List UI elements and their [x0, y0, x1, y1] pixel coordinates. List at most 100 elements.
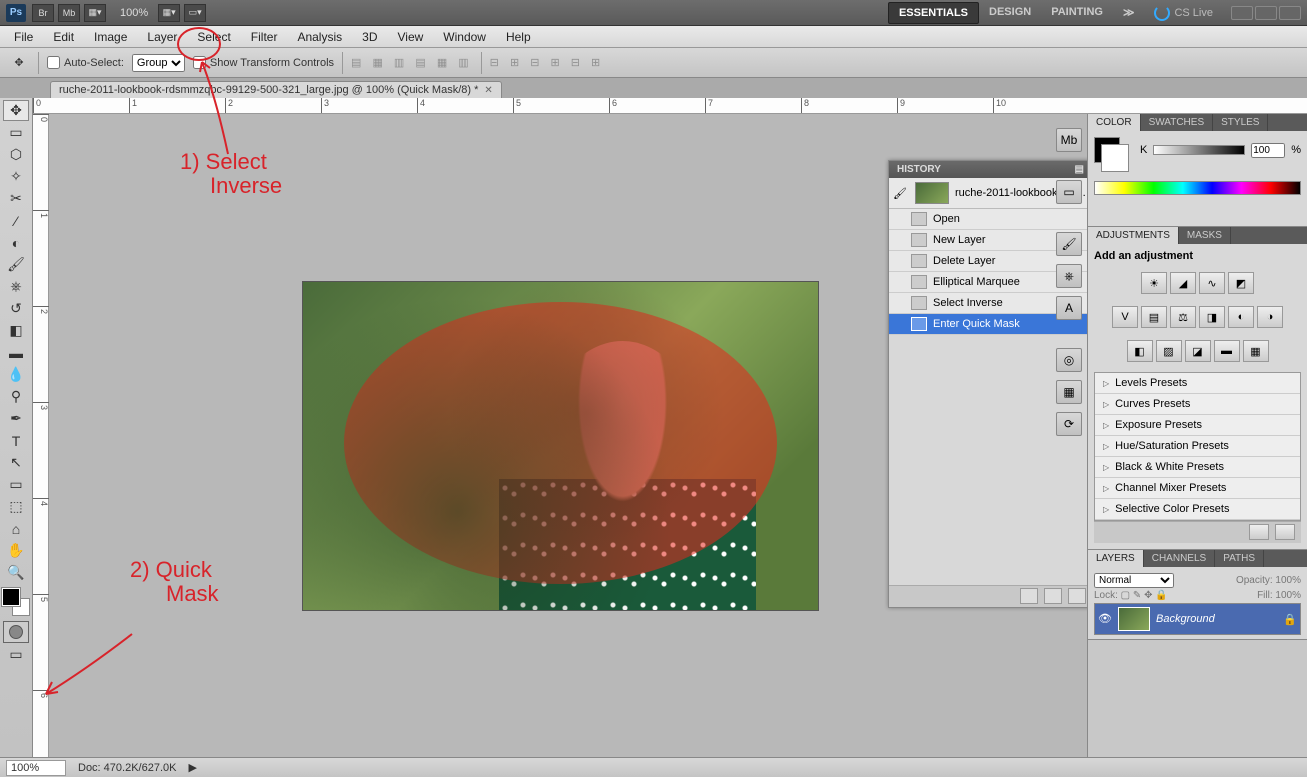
adj-footer-btn[interactable]	[1249, 524, 1269, 540]
brush-dock-icon[interactable]: 🖌	[1056, 232, 1082, 256]
preset-item[interactable]: Black & White Presets	[1095, 457, 1300, 478]
preset-item[interactable]: Selective Color Presets	[1095, 499, 1300, 520]
adj-footer-btn[interactable]	[1275, 524, 1295, 540]
menu-analysis[interactable]: Analysis	[287, 27, 352, 47]
gradient-tool[interactable]: ▬	[3, 342, 29, 363]
bridge-button[interactable]: Br	[32, 4, 54, 22]
canvas-area[interactable]: HISTORY▤ 🖌 ruche-2011-lookbook-rds... Op…	[49, 114, 1307, 757]
show-transform-checkbox[interactable]: Show Transform Controls	[193, 56, 334, 69]
gradient-map-icon[interactable]: ▬	[1214, 340, 1240, 362]
screen-mode-toggle[interactable]: ▭	[3, 644, 29, 665]
marquee-tool[interactable]: ▭	[3, 122, 29, 143]
tab-paths[interactable]: PATHS	[1215, 550, 1264, 567]
3d-camera-tool[interactable]: ⌂	[3, 518, 29, 539]
vibrance-icon[interactable]: V	[1112, 306, 1138, 328]
distribute-buttons[interactable]: ⊟ ⊞ ⊟ ⊞ ⊟ ⊞	[490, 56, 605, 69]
levels-icon[interactable]: ◢	[1170, 272, 1196, 294]
workspace-essentials[interactable]: ESSENTIALS	[888, 2, 979, 24]
zoom-tool[interactable]: 🔍	[3, 562, 29, 583]
menu-select[interactable]: Select	[187, 27, 240, 47]
foreground-color-swatch[interactable]	[2, 588, 20, 606]
preset-item[interactable]: Curves Presets	[1095, 394, 1300, 415]
photo-filter-icon[interactable]: ◐	[1228, 306, 1254, 328]
k-slider[interactable]	[1153, 145, 1245, 155]
navigator-dock-icon[interactable]: ◎	[1056, 348, 1082, 372]
menu-filter[interactable]: Filter	[241, 27, 288, 47]
path-select-tool[interactable]: ↖	[3, 452, 29, 473]
tab-channels[interactable]: CHANNELS	[1144, 550, 1215, 567]
blur-tool[interactable]: 💧	[3, 364, 29, 385]
clone-stamp-tool[interactable]: ⎈	[3, 276, 29, 297]
preset-item[interactable]: Hue/Saturation Presets	[1095, 436, 1300, 457]
k-value-input[interactable]	[1251, 143, 1285, 158]
maximize-button[interactable]	[1255, 6, 1277, 20]
exposure-icon[interactable]: ◩	[1228, 272, 1254, 294]
align-buttons[interactable]: ▤ ▦ ▥ ▤ ▦ ▥	[351, 56, 473, 69]
clone-source-dock-icon[interactable]: ⎈	[1056, 264, 1082, 288]
zoom-level[interactable]: 100%	[120, 7, 148, 19]
tab-masks[interactable]: MASKS	[1179, 227, 1231, 244]
move-tool[interactable]: ✥	[3, 100, 29, 121]
preset-item[interactable]: Channel Mixer Presets	[1095, 478, 1300, 499]
menu-edit[interactable]: Edit	[43, 27, 84, 47]
healing-brush-tool[interactable]: ◐	[3, 232, 29, 253]
document-tab[interactable]: ruche-2011-lookbook-rdsmmzqbc-99129-500-…	[50, 81, 502, 98]
workspace-painting[interactable]: PAINTING	[1041, 2, 1113, 24]
menu-help[interactable]: Help	[496, 27, 541, 47]
layer-row-background[interactable]: 👁 Background 🔒	[1094, 603, 1301, 635]
menu-image[interactable]: Image	[84, 27, 137, 47]
minimize-button[interactable]	[1231, 6, 1253, 20]
dodge-tool[interactable]: ⚲	[3, 386, 29, 407]
menu-layer[interactable]: Layer	[137, 27, 187, 47]
close-tab-icon[interactable]: ✕	[484, 85, 492, 96]
invert-icon[interactable]: ◧	[1127, 340, 1153, 362]
curves-icon[interactable]: ∿	[1199, 272, 1225, 294]
eraser-tool[interactable]: ◧	[3, 320, 29, 341]
menu-view[interactable]: View	[387, 27, 433, 47]
blend-mode-select[interactable]: Normal	[1094, 573, 1174, 588]
type-tool[interactable]: T	[3, 430, 29, 451]
preset-item[interactable]: Levels Presets	[1095, 373, 1300, 394]
menu-window[interactable]: Window	[433, 27, 496, 47]
history-brush-tool[interactable]: ↺	[3, 298, 29, 319]
new-snapshot-button[interactable]	[1020, 588, 1038, 604]
hand-tool[interactable]: ✋	[3, 540, 29, 561]
history-dock-icon[interactable]: ▭	[1056, 180, 1082, 204]
hue-saturation-icon[interactable]: ▤	[1141, 306, 1167, 328]
arrange-docs-button[interactable]: ▦▾	[84, 4, 106, 22]
menu-file[interactable]: File	[4, 27, 43, 47]
black-white-icon[interactable]: ◨	[1199, 306, 1225, 328]
preset-item[interactable]: Exposure Presets	[1095, 415, 1300, 436]
auto-select-checkbox[interactable]: Auto-Select:	[47, 56, 124, 69]
cslive-button[interactable]: CS Live	[1154, 5, 1213, 21]
tab-styles[interactable]: STYLES	[1213, 114, 1268, 131]
minibridge-button[interactable]: Mb	[58, 4, 80, 22]
eyedropper-tool[interactable]: ⁄	[3, 210, 29, 231]
brush-tool[interactable]: 🖌	[3, 254, 29, 275]
threshold-icon[interactable]: ◪	[1185, 340, 1211, 362]
zoom-input[interactable]: 100%	[6, 760, 66, 776]
menu-3d[interactable]: 3D	[352, 27, 387, 47]
close-button[interactable]	[1279, 6, 1301, 20]
minibridge-dock-icon[interactable]: Mb	[1056, 128, 1082, 152]
workspace-more[interactable]: ≫	[1113, 2, 1145, 24]
magic-wand-tool[interactable]: ✧	[3, 166, 29, 187]
tab-color[interactable]: COLOR	[1088, 114, 1141, 131]
view-extras-button[interactable]: ▦▾	[158, 4, 180, 22]
posterize-icon[interactable]: ▨	[1156, 340, 1182, 362]
tab-swatches[interactable]: SWATCHES	[1141, 114, 1214, 131]
color-fg-bg-swatch[interactable]	[1094, 137, 1120, 163]
workspace-design[interactable]: DESIGN	[979, 2, 1041, 24]
crop-tool[interactable]: ✂	[3, 188, 29, 209]
color-balance-icon[interactable]: ⚖	[1170, 306, 1196, 328]
histogram-dock-icon[interactable]: ⟳	[1056, 412, 1082, 436]
brightness-contrast-icon[interactable]: ☀	[1141, 272, 1167, 294]
history-brush-source-icon[interactable]: 🖌	[893, 187, 909, 200]
pen-tool[interactable]: ✒	[3, 408, 29, 429]
info-dock-icon[interactable]: ▦	[1056, 380, 1082, 404]
channel-mixer-icon[interactable]: ◑	[1257, 306, 1283, 328]
tab-adjustments[interactable]: ADJUSTMENTS	[1088, 227, 1179, 244]
auto-select-mode[interactable]: Group	[132, 54, 185, 72]
3d-tool[interactable]: ⬚	[3, 496, 29, 517]
character-dock-icon[interactable]: A	[1056, 296, 1082, 320]
